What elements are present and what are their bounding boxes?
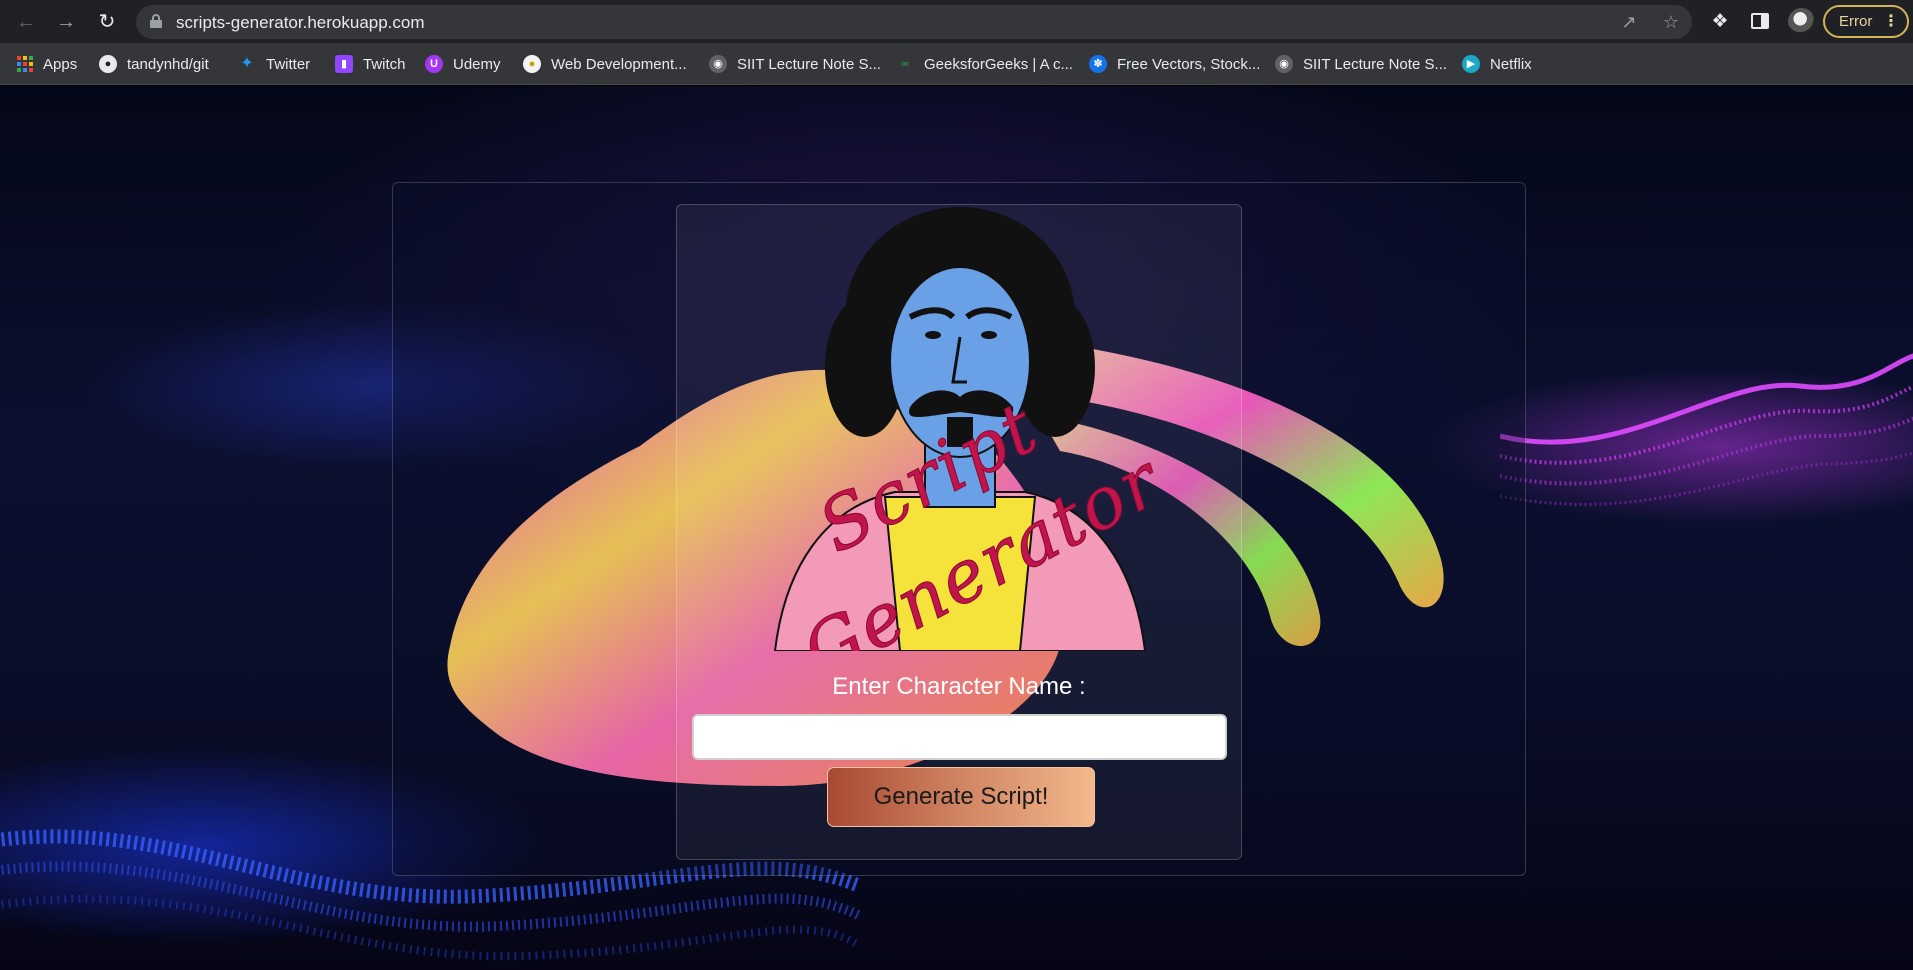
netflix-icon: ▶ (1462, 55, 1480, 73)
url-text[interactable]: scripts-generator.herokuapp.com (176, 13, 425, 33)
generator-card: Script Generator Enter Character Name : … (676, 204, 1242, 860)
generate-script-button[interactable]: Generate Script! (827, 767, 1095, 827)
bookmark-label: Free Vectors, Stock... (1117, 55, 1261, 73)
back-arrow-icon[interactable]: ← (13, 9, 39, 35)
browser-toolbar: ← → ↻ scripts-generator.herokuapp.com ↗ … (0, 0, 1913, 43)
side-panel-icon[interactable] (1751, 13, 1769, 29)
udemy-icon: U (425, 55, 443, 73)
bookmark-label: GeeksforGeeks | A c... (924, 55, 1073, 73)
geeksforgeeks-icon: ∞ (901, 58, 909, 70)
bookmarks-bar: Apps ● tandynhd/git ✦ Twitter ▮ Twitch U… (0, 43, 1913, 85)
bookmark-netflix[interactable]: ▶ Netflix (1462, 53, 1532, 75)
bookmark-label: SIIT Lecture Note S... (1303, 55, 1447, 73)
bookmark-label: Twitch (363, 55, 406, 73)
forward-arrow-icon[interactable]: → (53, 9, 79, 35)
bookmark-label: Apps (43, 55, 78, 73)
globe-icon: ◉ (1275, 55, 1293, 73)
bookmark-twitter[interactable]: ✦ Twitter (238, 53, 310, 75)
bookmark-label: Udemy (453, 55, 501, 73)
character-name-input[interactable] (692, 714, 1227, 760)
freepik-icon: ✽ (1089, 55, 1107, 73)
twitch-icon: ▮ (335, 55, 353, 73)
bookmark-label: tandynhd/git (127, 55, 209, 73)
bookmark-udemy[interactable]: U Udemy (425, 53, 501, 75)
bookmark-siit-1[interactable]: ◉ SIIT Lecture Note S... (709, 53, 881, 75)
star-icon[interactable]: ☆ (1660, 11, 1682, 33)
bookmark-freepik[interactable]: ✽ Free Vectors, Stock... (1089, 53, 1260, 75)
menu-kebab-icon: ⋮ (1883, 13, 1899, 30)
apps-grid-icon (17, 56, 33, 72)
github-icon: ● (99, 55, 117, 73)
page-background: Script Generator Enter Character Name : … (0, 86, 1913, 970)
bookmark-siit-2[interactable]: ◉ SIIT Lecture Note S... (1275, 53, 1447, 75)
bookmark-geeksforgeeks[interactable]: ∞ GeeksforGeeks | A c... (896, 53, 1073, 75)
profile-error-label: Error (1839, 13, 1873, 30)
profile-error-button[interactable]: Error ⋮ (1823, 5, 1909, 38)
web-dev-icon: ● (523, 55, 541, 73)
bookmark-label: Netflix (1490, 55, 1532, 73)
bookmark-label: Web Development... (551, 55, 687, 73)
lock-icon (150, 14, 162, 28)
extensions-puzzle-icon[interactable]: ❖ (1707, 9, 1733, 35)
purple-wave-decoration (1500, 353, 1913, 506)
bookmark-twitch[interactable]: ▮ Twitch (335, 53, 406, 75)
address-bar[interactable]: scripts-generator.herokuapp.com ↗ ☆ (136, 5, 1692, 39)
bookmark-web-development[interactable]: ● Web Development... (523, 53, 687, 75)
reload-icon[interactable]: ↻ (94, 9, 120, 35)
twitter-icon: ✦ (240, 55, 254, 72)
character-portrait-logo: Script Generator (773, 207, 1155, 651)
bookmark-label: Twitter (266, 55, 311, 73)
share-icon[interactable]: ↗ (1618, 11, 1640, 33)
globe-icon: ◉ (709, 55, 727, 73)
profile-avatar[interactable] (1788, 8, 1815, 35)
bookmark-label: SIIT Lecture Note S... (737, 55, 881, 73)
bookmark-apps[interactable]: Apps (17, 53, 77, 75)
character-name-label: Enter Character Name : (832, 673, 1086, 700)
bookmark-github[interactable]: ● tandynhd/git (99, 53, 209, 75)
